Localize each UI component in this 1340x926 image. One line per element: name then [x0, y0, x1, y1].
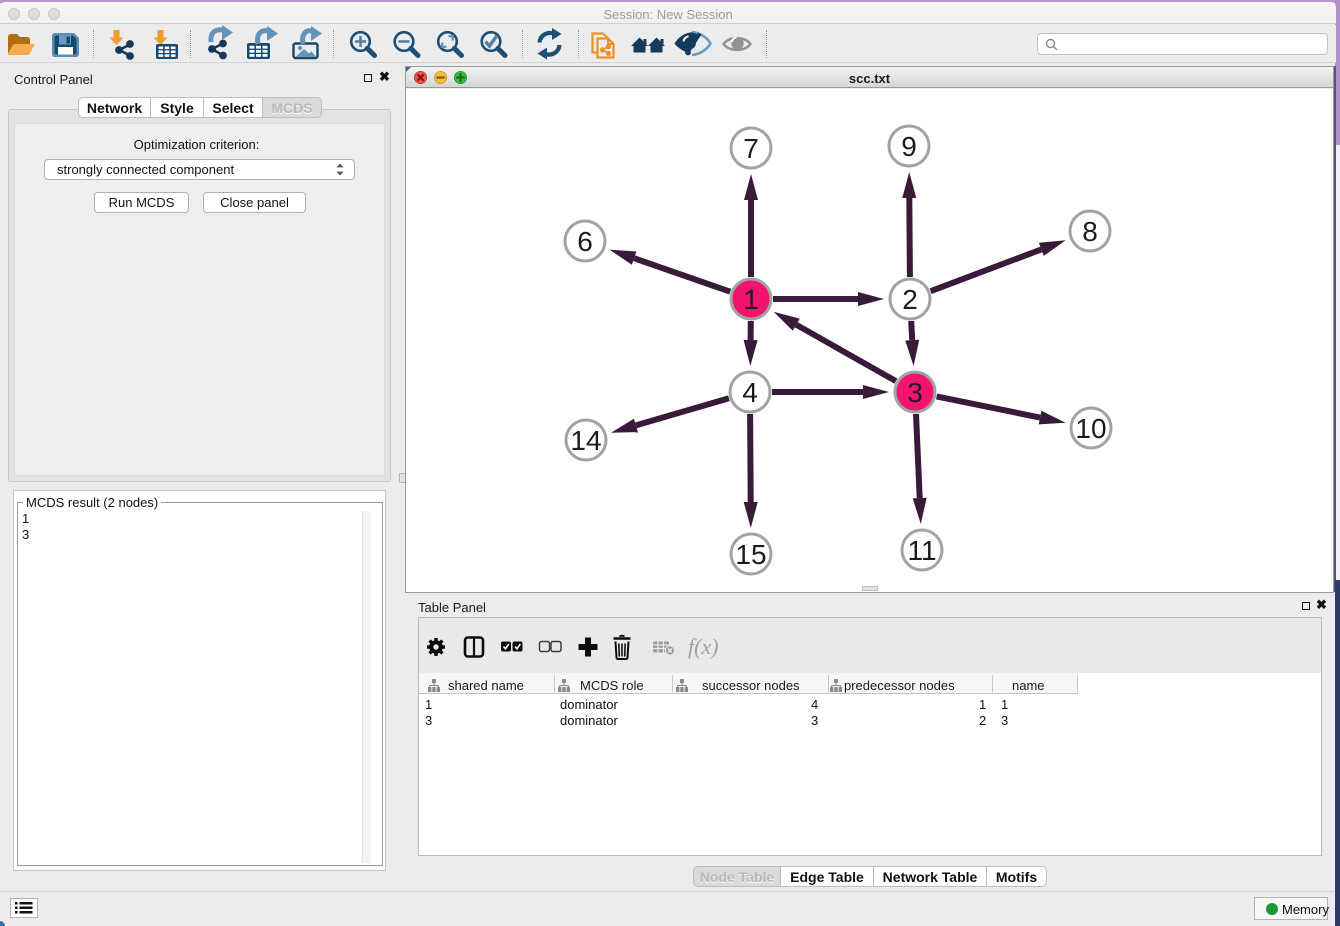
svg-text:6: 6	[577, 226, 593, 257]
svg-text:8: 8	[1082, 216, 1098, 247]
svg-text:15: 15	[735, 539, 766, 570]
svg-text:10: 10	[1075, 413, 1106, 444]
svg-text:11: 11	[907, 535, 936, 566]
svg-text:7: 7	[743, 133, 759, 164]
svg-text:2: 2	[902, 284, 918, 315]
svg-text:1: 1	[743, 284, 759, 315]
svg-text:f(x): f(x)	[688, 634, 719, 659]
svg-text:3: 3	[907, 377, 923, 408]
svg-text:9: 9	[901, 131, 917, 162]
svg-text:14: 14	[570, 425, 601, 456]
svg-text:4: 4	[742, 377, 758, 408]
